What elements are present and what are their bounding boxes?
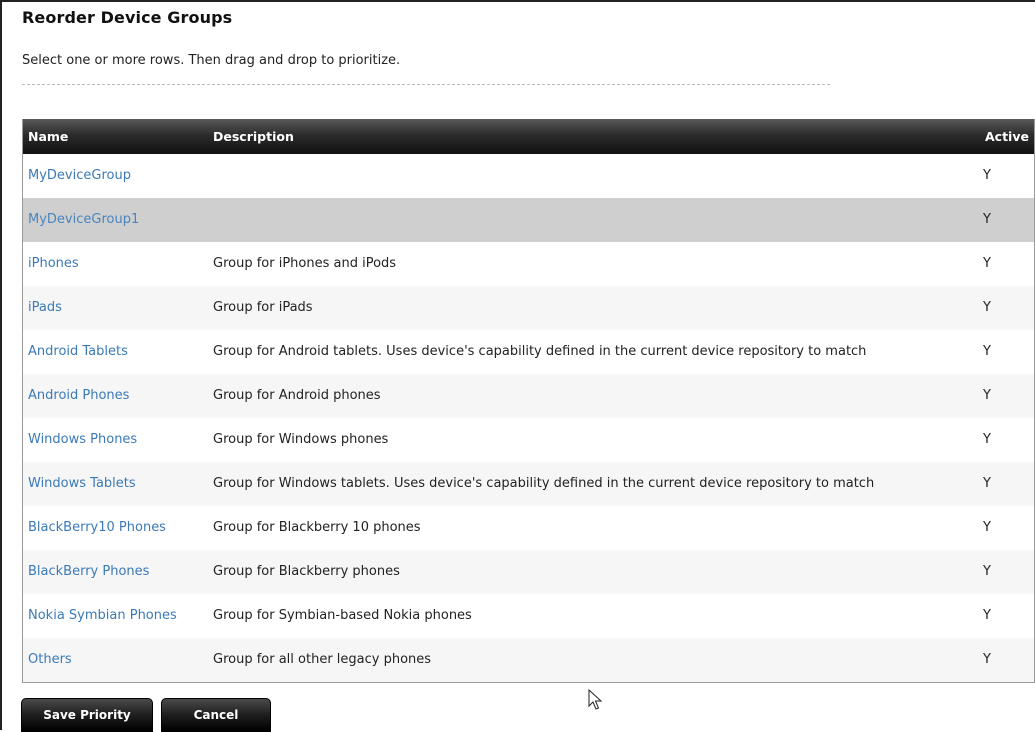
table-row[interactable]: Others Group for all other legacy phones Y: [23, 638, 1034, 682]
group-description: Group for Blackberry 10 phones: [213, 520, 421, 535]
group-name-link[interactable]: Others: [28, 652, 72, 667]
group-active-flag: Y: [983, 212, 991, 227]
column-header-name[interactable]: Name: [28, 129, 68, 144]
table-row[interactable]: MyDeviceGroup1 Y: [23, 198, 1034, 242]
save-priority-button[interactable]: Save Priority: [21, 698, 153, 732]
table-row[interactable]: BlackBerry Phones Group for Blackberry ph…: [23, 550, 1034, 594]
group-name-link[interactable]: iPhones: [28, 256, 79, 271]
column-header-active[interactable]: Active: [985, 129, 1029, 144]
table-row[interactable]: Windows Phones Group for Windows phones Y: [23, 418, 1034, 462]
table-row[interactable]: iPads Group for iPads Y: [23, 286, 1034, 330]
table-row[interactable]: iPhones Group for iPhones and iPods Y: [23, 242, 1034, 286]
group-name-link[interactable]: BlackBerry Phones: [28, 564, 149, 579]
dialog-frame: Reorder Device Groups Select one or more…: [0, 0, 1035, 732]
group-description: Group for Symbian-based Nokia phones: [213, 608, 472, 623]
group-description: Group for all other legacy phones: [213, 652, 432, 667]
group-description: Group for iPhones and iPods: [213, 256, 397, 271]
group-name-link[interactable]: BlackBerry10 Phones: [28, 520, 166, 535]
group-description: Group for Windows tablets. Uses device's…: [213, 476, 875, 491]
group-description: Group for Blackberry phones: [213, 564, 400, 579]
table-row[interactable]: Windows Tablets Group for Windows tablets…: [23, 462, 1034, 506]
table-row[interactable]: BlackBerry10 Phones Group for Blackberry …: [23, 506, 1034, 550]
group-name-link[interactable]: Windows Tablets: [28, 476, 136, 491]
group-name-link[interactable]: MyDeviceGroup1: [28, 212, 139, 227]
group-description: Group for iPads: [213, 300, 313, 315]
group-active-flag: Y: [983, 476, 991, 491]
group-active-flag: Y: [983, 168, 991, 183]
table-row[interactable]: Nokia Symbian Phones Group for Symbian-ba…: [23, 594, 1034, 638]
group-description: Group for Android phones: [213, 388, 381, 403]
page-title: Reorder Device Groups: [22, 8, 233, 27]
group-name-link[interactable]: Windows Phones: [28, 432, 137, 447]
group-active-flag: Y: [983, 256, 991, 271]
group-name-link[interactable]: MyDeviceGroup: [28, 168, 131, 183]
group-active-flag: Y: [983, 300, 991, 315]
instruction-text: Select one or more rows. Then drag and d…: [22, 53, 401, 68]
column-header-description[interactable]: Description: [213, 129, 294, 144]
group-active-flag: Y: [983, 388, 991, 403]
table-header: Name Description Active: [23, 119, 1034, 154]
table-row[interactable]: Android Tablets Group for Android tablets…: [23, 330, 1034, 374]
group-name-link[interactable]: Android Phones: [28, 388, 129, 403]
group-active-flag: Y: [983, 344, 991, 359]
table-row[interactable]: Android Phones Group for Android phones Y: [23, 374, 1034, 418]
group-active-flag: Y: [983, 432, 991, 447]
dashed-divider: [22, 84, 830, 85]
group-description: Group for Windows phones: [213, 432, 389, 447]
mouse-pointer-icon: [588, 689, 603, 710]
table-body: MyDeviceGroup Y MyDeviceGroup1 YiPhones Grou…: [23, 154, 1034, 682]
device-groups-table: Name Description Active MyDeviceGroup Y My…: [22, 119, 1035, 683]
group-active-flag: Y: [983, 652, 991, 667]
group-description: Group for Android tablets. Uses device's…: [213, 344, 867, 359]
group-active-flag: Y: [983, 520, 991, 535]
table-row[interactable]: MyDeviceGroup Y: [23, 154, 1034, 198]
group-name-link[interactable]: iPads: [28, 300, 62, 315]
group-active-flag: Y: [983, 564, 991, 579]
group-name-link[interactable]: Android Tablets: [28, 344, 128, 359]
group-name-link[interactable]: Nokia Symbian Phones: [28, 608, 177, 623]
group-active-flag: Y: [983, 608, 991, 623]
cancel-button[interactable]: Cancel: [161, 698, 271, 732]
